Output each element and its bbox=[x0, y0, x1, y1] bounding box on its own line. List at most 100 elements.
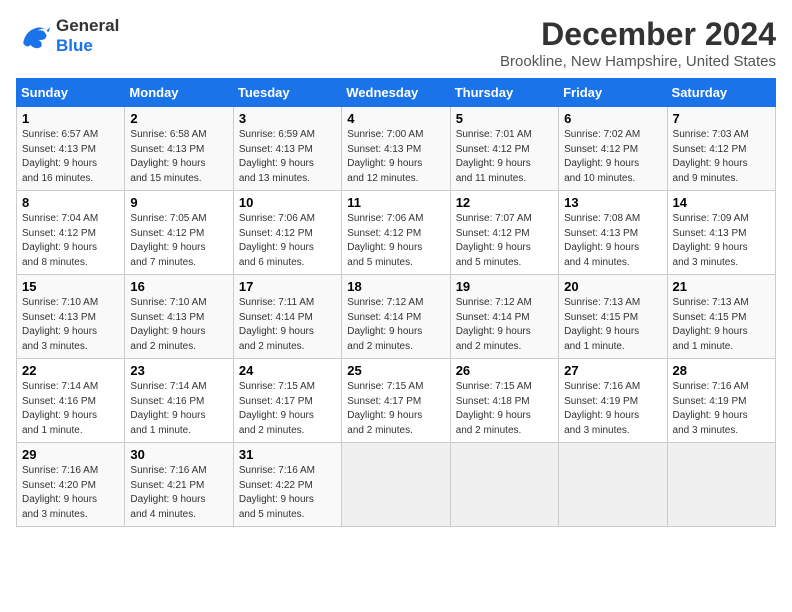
day-info: Sunrise: 7:16 AM Sunset: 4:22 PM Dayligh… bbox=[239, 464, 336, 522]
day-number: 9 bbox=[130, 195, 227, 210]
calendar-cell: 19 Sunrise: 7:12 AM Sunset: 4:14 PM Dayli… bbox=[450, 275, 558, 359]
calendar-cell: 3 Sunrise: 6:59 AM Sunset: 4:13 PM Daylig… bbox=[233, 107, 341, 191]
header: General Blue December 2024 Brookline, Ne… bbox=[16, 16, 776, 70]
day-info: Sunrise: 6:59 AM Sunset: 4:13 PM Dayligh… bbox=[239, 128, 336, 186]
calendar-cell: 31 Sunrise: 7:16 AM Sunset: 4:22 PM Dayli… bbox=[233, 443, 341, 527]
weekday-header-saturday: Saturday bbox=[667, 79, 775, 107]
day-info: Sunrise: 7:06 AM Sunset: 4:12 PM Dayligh… bbox=[347, 212, 444, 270]
calendar-cell: 15 Sunrise: 7:10 AM Sunset: 4:13 PM Dayli… bbox=[17, 275, 125, 359]
day-number: 3 bbox=[239, 111, 336, 126]
calendar-cell: 7 Sunrise: 7:03 AM Sunset: 4:12 PM Daylig… bbox=[667, 107, 775, 191]
day-number: 6 bbox=[564, 111, 661, 126]
calendar-cell: 16 Sunrise: 7:10 AM Sunset: 4:13 PM Dayli… bbox=[125, 275, 233, 359]
day-number: 20 bbox=[564, 279, 661, 294]
calendar-cell: 22Sunrise: 7:14 AM Sunset: 4:16 PM Dayli… bbox=[17, 359, 125, 443]
calendar-cell: 10 Sunrise: 7:06 AM Sunset: 4:12 PM Dayli… bbox=[233, 191, 341, 275]
day-number: 27 bbox=[564, 363, 661, 378]
day-number: 25 bbox=[347, 363, 444, 378]
day-info: Sunrise: 6:58 AM Sunset: 4:13 PM Dayligh… bbox=[130, 128, 227, 186]
calendar-cell: 23Sunrise: 7:14 AM Sunset: 4:16 PM Dayli… bbox=[125, 359, 233, 443]
day-info: Sunrise: 7:10 AM Sunset: 4:13 PM Dayligh… bbox=[22, 296, 119, 354]
day-number: 29 bbox=[22, 447, 119, 462]
calendar-week-row: 29 Sunrise: 7:16 AM Sunset: 4:20 PM Dayli… bbox=[17, 443, 776, 527]
day-number: 12 bbox=[456, 195, 553, 210]
calendar-week-row: 8Sunrise: 7:04 AM Sunset: 4:12 PM Daylig… bbox=[17, 191, 776, 275]
calendar-cell: 20 Sunrise: 7:13 AM Sunset: 4:15 PM Dayli… bbox=[559, 275, 667, 359]
calendar-cell: 27 Sunrise: 7:16 AM Sunset: 4:19 PM Dayli… bbox=[559, 359, 667, 443]
calendar-cell: 8Sunrise: 7:04 AM Sunset: 4:12 PM Daylig… bbox=[17, 191, 125, 275]
day-info: Sunrise: 7:08 AM Sunset: 4:13 PM Dayligh… bbox=[564, 212, 661, 270]
calendar-cell: 21Sunrise: 7:13 AM Sunset: 4:15 PM Dayli… bbox=[667, 275, 775, 359]
day-number: 16 bbox=[130, 279, 227, 294]
weekday-header-tuesday: Tuesday bbox=[233, 79, 341, 107]
day-info: Sunrise: 7:16 AM Sunset: 4:20 PM Dayligh… bbox=[22, 464, 119, 522]
calendar-cell bbox=[450, 443, 558, 527]
calendar-cell: 28 Sunrise: 7:16 AM Sunset: 4:19 PM Dayli… bbox=[667, 359, 775, 443]
calendar-cell: 26Sunrise: 7:15 AM Sunset: 4:18 PM Dayli… bbox=[450, 359, 558, 443]
day-number: 14 bbox=[673, 195, 770, 210]
weekday-header-sunday: Sunday bbox=[17, 79, 125, 107]
calendar-cell bbox=[342, 443, 450, 527]
day-info: Sunrise: 7:15 AM Sunset: 4:17 PM Dayligh… bbox=[239, 380, 336, 438]
day-info: Sunrise: 7:16 AM Sunset: 4:19 PM Dayligh… bbox=[564, 380, 661, 438]
day-number: 15 bbox=[22, 279, 119, 294]
day-number: 1 bbox=[22, 111, 119, 126]
day-info: Sunrise: 7:02 AM Sunset: 4:12 PM Dayligh… bbox=[564, 128, 661, 186]
calendar-cell bbox=[559, 443, 667, 527]
day-info: Sunrise: 7:07 AM Sunset: 4:12 PM Dayligh… bbox=[456, 212, 553, 270]
day-info: Sunrise: 7:03 AM Sunset: 4:12 PM Dayligh… bbox=[673, 128, 770, 186]
day-number: 19 bbox=[456, 279, 553, 294]
day-number: 17 bbox=[239, 279, 336, 294]
day-number: 4 bbox=[347, 111, 444, 126]
calendar-cell: 12 Sunrise: 7:07 AM Sunset: 4:12 PM Dayli… bbox=[450, 191, 558, 275]
day-number: 7 bbox=[673, 111, 770, 126]
calendar-cell: 30Sunrise: 7:16 AM Sunset: 4:21 PM Dayli… bbox=[125, 443, 233, 527]
day-number: 30 bbox=[130, 447, 227, 462]
day-info: Sunrise: 7:11 AM Sunset: 4:14 PM Dayligh… bbox=[239, 296, 336, 354]
calendar-cell: 25 Sunrise: 7:15 AM Sunset: 4:17 PM Dayli… bbox=[342, 359, 450, 443]
calendar-cell: 13 Sunrise: 7:08 AM Sunset: 4:13 PM Dayli… bbox=[559, 191, 667, 275]
weekday-header-friday: Friday bbox=[559, 79, 667, 107]
calendar-cell: 29 Sunrise: 7:16 AM Sunset: 4:20 PM Dayli… bbox=[17, 443, 125, 527]
calendar-week-row: 22Sunrise: 7:14 AM Sunset: 4:16 PM Dayli… bbox=[17, 359, 776, 443]
weekday-header-monday: Monday bbox=[125, 79, 233, 107]
day-info: Sunrise: 7:00 AM Sunset: 4:13 PM Dayligh… bbox=[347, 128, 444, 186]
day-info: Sunrise: 7:04 AM Sunset: 4:12 PM Dayligh… bbox=[22, 212, 119, 270]
day-number: 21 bbox=[673, 279, 770, 294]
calendar-cell: 11Sunrise: 7:06 AM Sunset: 4:12 PM Dayli… bbox=[342, 191, 450, 275]
day-info: Sunrise: 7:06 AM Sunset: 4:12 PM Dayligh… bbox=[239, 212, 336, 270]
calendar-week-row: 15 Sunrise: 7:10 AM Sunset: 4:13 PM Dayli… bbox=[17, 275, 776, 359]
day-info: Sunrise: 7:13 AM Sunset: 4:15 PM Dayligh… bbox=[564, 296, 661, 354]
day-info: Sunrise: 7:01 AM Sunset: 4:12 PM Dayligh… bbox=[456, 128, 553, 186]
calendar-week-row: 1 Sunrise: 6:57 AM Sunset: 4:13 PM Daylig… bbox=[17, 107, 776, 191]
day-info: Sunrise: 7:05 AM Sunset: 4:12 PM Dayligh… bbox=[130, 212, 227, 270]
day-number: 28 bbox=[673, 363, 770, 378]
calendar-cell: 2 Sunrise: 6:58 AM Sunset: 4:13 PM Daylig… bbox=[125, 107, 233, 191]
calendar-cell: 1 Sunrise: 6:57 AM Sunset: 4:13 PM Daylig… bbox=[17, 107, 125, 191]
day-number: 13 bbox=[564, 195, 661, 210]
calendar-subtitle: Brookline, New Hampshire, United States bbox=[500, 53, 776, 70]
weekday-header-thursday: Thursday bbox=[450, 79, 558, 107]
calendar-cell: 9 Sunrise: 7:05 AM Sunset: 4:12 PM Daylig… bbox=[125, 191, 233, 275]
calendar-table: SundayMondayTuesdayWednesdayThursdayFrid… bbox=[16, 78, 776, 527]
calendar-cell: 5Sunrise: 7:01 AM Sunset: 4:12 PM Daylig… bbox=[450, 107, 558, 191]
day-number: 18 bbox=[347, 279, 444, 294]
weekday-header-wednesday: Wednesday bbox=[342, 79, 450, 107]
logo-text: General Blue bbox=[56, 16, 119, 56]
calendar-cell: 24Sunrise: 7:15 AM Sunset: 4:17 PM Dayli… bbox=[233, 359, 341, 443]
day-info: Sunrise: 6:57 AM Sunset: 4:13 PM Dayligh… bbox=[22, 128, 119, 186]
day-number: 2 bbox=[130, 111, 227, 126]
day-info: Sunrise: 7:10 AM Sunset: 4:13 PM Dayligh… bbox=[130, 296, 227, 354]
day-info: Sunrise: 7:12 AM Sunset: 4:14 PM Dayligh… bbox=[347, 296, 444, 354]
day-number: 10 bbox=[239, 195, 336, 210]
day-info: Sunrise: 7:12 AM Sunset: 4:14 PM Dayligh… bbox=[456, 296, 553, 354]
day-number: 31 bbox=[239, 447, 336, 462]
logo: General Blue bbox=[16, 16, 119, 56]
day-info: Sunrise: 7:14 AM Sunset: 4:16 PM Dayligh… bbox=[22, 380, 119, 438]
day-info: Sunrise: 7:15 AM Sunset: 4:17 PM Dayligh… bbox=[347, 380, 444, 438]
calendar-cell bbox=[667, 443, 775, 527]
weekday-header-row: SundayMondayTuesdayWednesdayThursdayFrid… bbox=[17, 79, 776, 107]
day-info: Sunrise: 7:16 AM Sunset: 4:19 PM Dayligh… bbox=[673, 380, 770, 438]
calendar-cell: 14Sunrise: 7:09 AM Sunset: 4:13 PM Dayli… bbox=[667, 191, 775, 275]
calendar-cell: 4 Sunrise: 7:00 AM Sunset: 4:13 PM Daylig… bbox=[342, 107, 450, 191]
